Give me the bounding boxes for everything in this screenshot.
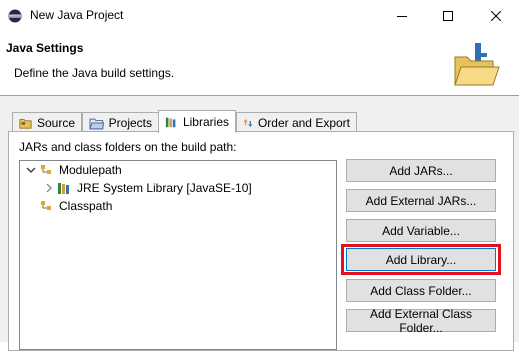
add-library-button[interactable]: Add Library... bbox=[346, 248, 496, 271]
chevron-right-icon[interactable] bbox=[44, 183, 54, 193]
add-external-jars-button[interactable]: Add External JARs... bbox=[346, 189, 496, 212]
add-variable-button[interactable]: Add Variable... bbox=[346, 219, 496, 242]
eclipse-icon bbox=[8, 9, 22, 23]
tab-order-and-export-label: Order and Export bbox=[257, 115, 350, 130]
tree-item-classpath[interactable]: Classpath bbox=[39, 197, 112, 215]
content-area: Source Projects Libraries Order and Expo… bbox=[0, 96, 519, 351]
maximize-button[interactable] bbox=[425, 0, 471, 31]
chevron-down-icon[interactable] bbox=[26, 165, 36, 175]
title-bar: New Java Project bbox=[0, 0, 519, 31]
tab-projects-label: Projects bbox=[108, 115, 152, 130]
page-description: Define the Java build settings. bbox=[14, 66, 175, 80]
tab-projects[interactable]: Projects bbox=[82, 112, 159, 132]
tree-item-label: Modulepath bbox=[59, 163, 122, 177]
build-path-tree[interactable]: Modulepath JRE System Library [JavaSE-10… bbox=[19, 160, 337, 350]
libraries-icon bbox=[165, 117, 176, 128]
projects-icon bbox=[89, 118, 104, 129]
new-java-project-folder-icon bbox=[454, 43, 500, 86]
minimize-icon bbox=[397, 15, 407, 17]
add-external-class-folder-button[interactable]: Add External Class Folder... bbox=[346, 307, 496, 335]
source-folder-icon bbox=[19, 118, 32, 129]
tab-libraries-label: Libraries bbox=[182, 115, 229, 129]
page-title: Java Settings bbox=[6, 41, 84, 55]
modulepath-icon bbox=[41, 165, 51, 174]
classpath-icon bbox=[41, 201, 51, 210]
minimize-button[interactable] bbox=[379, 0, 425, 31]
add-class-folder-button[interactable]: Add Class Folder... bbox=[346, 279, 496, 302]
tab-source[interactable]: Source bbox=[12, 112, 82, 132]
tree-item-label: JRE System Library [JavaSE-10] bbox=[77, 181, 252, 195]
close-button[interactable] bbox=[473, 0, 519, 31]
window-title: New Java Project bbox=[30, 8, 124, 22]
tree-item-label: Classpath bbox=[59, 199, 113, 213]
tree-item-modulepath[interactable]: Modulepath bbox=[26, 161, 122, 179]
maximize-icon bbox=[443, 10, 453, 21]
wizard-header: Java Settings Define the Java build sett… bbox=[0, 31, 519, 95]
build-path-label: JARs and class folders on the build path… bbox=[19, 140, 237, 154]
tree-item-jre-system-library[interactable]: JRE System Library [JavaSE-10] bbox=[44, 179, 252, 197]
tab-order-and-export[interactable]: Order and Export bbox=[236, 112, 357, 132]
tab-libraries[interactable]: Libraries bbox=[158, 110, 236, 133]
order-export-icon bbox=[243, 118, 253, 127]
library-icon bbox=[58, 183, 69, 194]
add-jars-button[interactable]: Add JARs... bbox=[346, 159, 496, 182]
tab-source-label: Source bbox=[36, 115, 75, 130]
close-icon bbox=[491, 10, 501, 21]
